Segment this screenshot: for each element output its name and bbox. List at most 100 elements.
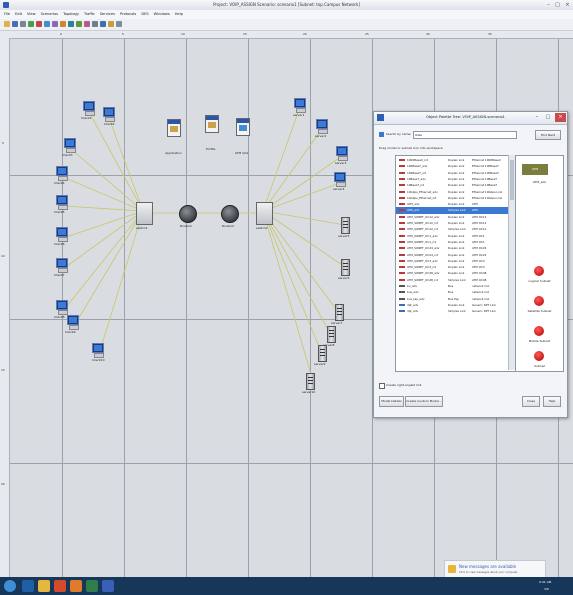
palette-maximize-button[interactable]: □: [544, 113, 552, 122]
link[interactable]: [108, 117, 144, 212]
link[interactable]: [73, 210, 144, 327]
router1-node[interactable]: [179, 205, 197, 223]
palette-model-list[interactable]: 1000BaseX_int Duplex Link Ethernet 1000Bas…: [395, 155, 516, 372]
atm-qos-config-icon[interactable]: [236, 118, 250, 136]
link[interactable]: [262, 182, 341, 212]
animation-icon[interactable]: [108, 21, 114, 27]
link[interactable]: [262, 128, 323, 212]
palette-icon[interactable]: [28, 21, 34, 27]
link[interactable]: [262, 106, 301, 212]
list-item[interactable]: dpt_adv Simplex Link Generic DPT Link: [396, 308, 509, 314]
link[interactable]: [262, 210, 323, 355]
zoom-restore-icon[interactable]: [68, 21, 74, 27]
bus-icon: [399, 285, 405, 287]
palette-title: Object Palette Tree: VOIP_ASSIGN-scenari…: [426, 115, 505, 119]
palette-search-input[interactable]: [413, 131, 517, 139]
zoom-icon[interactable]: [60, 21, 66, 27]
recover-link-icon[interactable]: [44, 21, 50, 27]
client-label: Client4: [54, 181, 65, 185]
link-icon: [399, 203, 405, 206]
server-node[interactable]: [327, 326, 336, 343]
link[interactable]: [88, 111, 144, 212]
client-label: Client9: [65, 330, 76, 334]
print-icon[interactable]: [20, 21, 26, 27]
find-next-button[interactable]: Find Next: [535, 130, 561, 140]
menu-services[interactable]: Services: [100, 10, 115, 19]
link[interactable]: [262, 210, 332, 336]
mobile-subnet-icon[interactable]: [534, 326, 544, 336]
scrollbar-thumb[interactable]: [510, 160, 514, 200]
palette-minimize-button[interactable]: –: [533, 113, 541, 122]
satellite-subnet-icon[interactable]: [534, 296, 544, 306]
menu-windows[interactable]: Windows: [154, 10, 170, 19]
menu-topology[interactable]: Topology: [63, 10, 79, 19]
link[interactable]: [62, 205, 144, 212]
link[interactable]: [62, 210, 144, 239]
right-angle-checkbox[interactable]: [379, 383, 385, 389]
list-scrollbar[interactable]: [508, 155, 515, 370]
link[interactable]: [262, 155, 343, 212]
router2-node[interactable]: [221, 205, 239, 223]
clock-time: 9:41 AM: [539, 580, 552, 584]
menu-help[interactable]: Help: [175, 10, 183, 19]
help-icon[interactable]: [116, 21, 122, 27]
app-icon[interactable]: [86, 580, 98, 592]
toolbar: [0, 19, 573, 31]
firefox-icon[interactable]: [70, 580, 82, 592]
menu-edit[interactable]: Edit: [15, 10, 22, 19]
hide-graphs-icon[interactable]: [92, 21, 98, 27]
explorer-icon[interactable]: [38, 580, 50, 592]
menu-traffic[interactable]: Traffic: [84, 10, 95, 19]
link[interactable]: [262, 210, 346, 268]
link[interactable]: [98, 210, 144, 355]
link[interactable]: [62, 210, 144, 312]
fail-link-icon[interactable]: [36, 21, 42, 27]
application-config-icon[interactable]: [167, 119, 181, 137]
save-icon[interactable]: [12, 21, 18, 27]
link[interactable]: [62, 176, 144, 212]
web-report-icon[interactable]: [100, 21, 106, 27]
close-button[interactable]: ×: [563, 1, 572, 9]
maximize-button[interactable]: □: [553, 1, 562, 9]
create-custom-model-button[interactable]: Create Custom Model...: [405, 396, 443, 407]
switch1-node[interactable]: [136, 202, 153, 225]
link-icon: [399, 234, 405, 237]
menu-file[interactable]: File: [4, 10, 10, 19]
configure-run-icon[interactable]: [76, 21, 82, 27]
opnet-task-icon[interactable]: [102, 580, 114, 592]
link[interactable]: [62, 210, 144, 270]
switch2-node[interactable]: [256, 202, 273, 225]
palette-close-button[interactable]: ×: [555, 113, 566, 122]
menu-protocols[interactable]: Protocols: [120, 10, 136, 19]
open-icon[interactable]: [4, 21, 10, 27]
server-label: server7: [331, 321, 343, 325]
link[interactable]: [262, 210, 346, 226]
profile-config-icon[interactable]: [205, 115, 219, 133]
palette-close-action-button[interactable]: Close: [522, 396, 540, 407]
server-node[interactable]: [335, 304, 344, 321]
menu-des[interactable]: DES: [141, 10, 148, 19]
ie-icon[interactable]: [22, 580, 34, 592]
media-player-icon[interactable]: [54, 580, 66, 592]
link[interactable]: [262, 210, 312, 375]
server-node[interactable]: [341, 259, 350, 276]
server-node[interactable]: [318, 345, 327, 362]
start-button-icon[interactable]: [4, 580, 16, 592]
model-details-button[interactable]: Model Details: [379, 396, 404, 407]
menu-view[interactable]: View: [27, 10, 36, 19]
preview-panel: ATM ATM_adv Logical Subnet Satellite Sub…: [515, 155, 564, 372]
link[interactable]: [70, 148, 144, 212]
logical-subnet-icon[interactable]: [534, 266, 544, 276]
link[interactable]: [262, 210, 340, 314]
palette-help-button[interactable]: Help: [543, 396, 561, 407]
server-node[interactable]: [341, 217, 350, 234]
client-label: Client3: [62, 153, 73, 157]
link-icon: [399, 190, 405, 193]
subnet-icon[interactable]: [534, 351, 544, 361]
menu-scenarios[interactable]: Scenarios: [41, 10, 59, 19]
server-label: server5: [338, 234, 350, 238]
return-parent-icon[interactable]: [52, 21, 58, 27]
view-results-icon[interactable]: [84, 21, 90, 27]
server-node[interactable]: [306, 373, 315, 390]
minimize-button[interactable]: –: [544, 1, 553, 9]
